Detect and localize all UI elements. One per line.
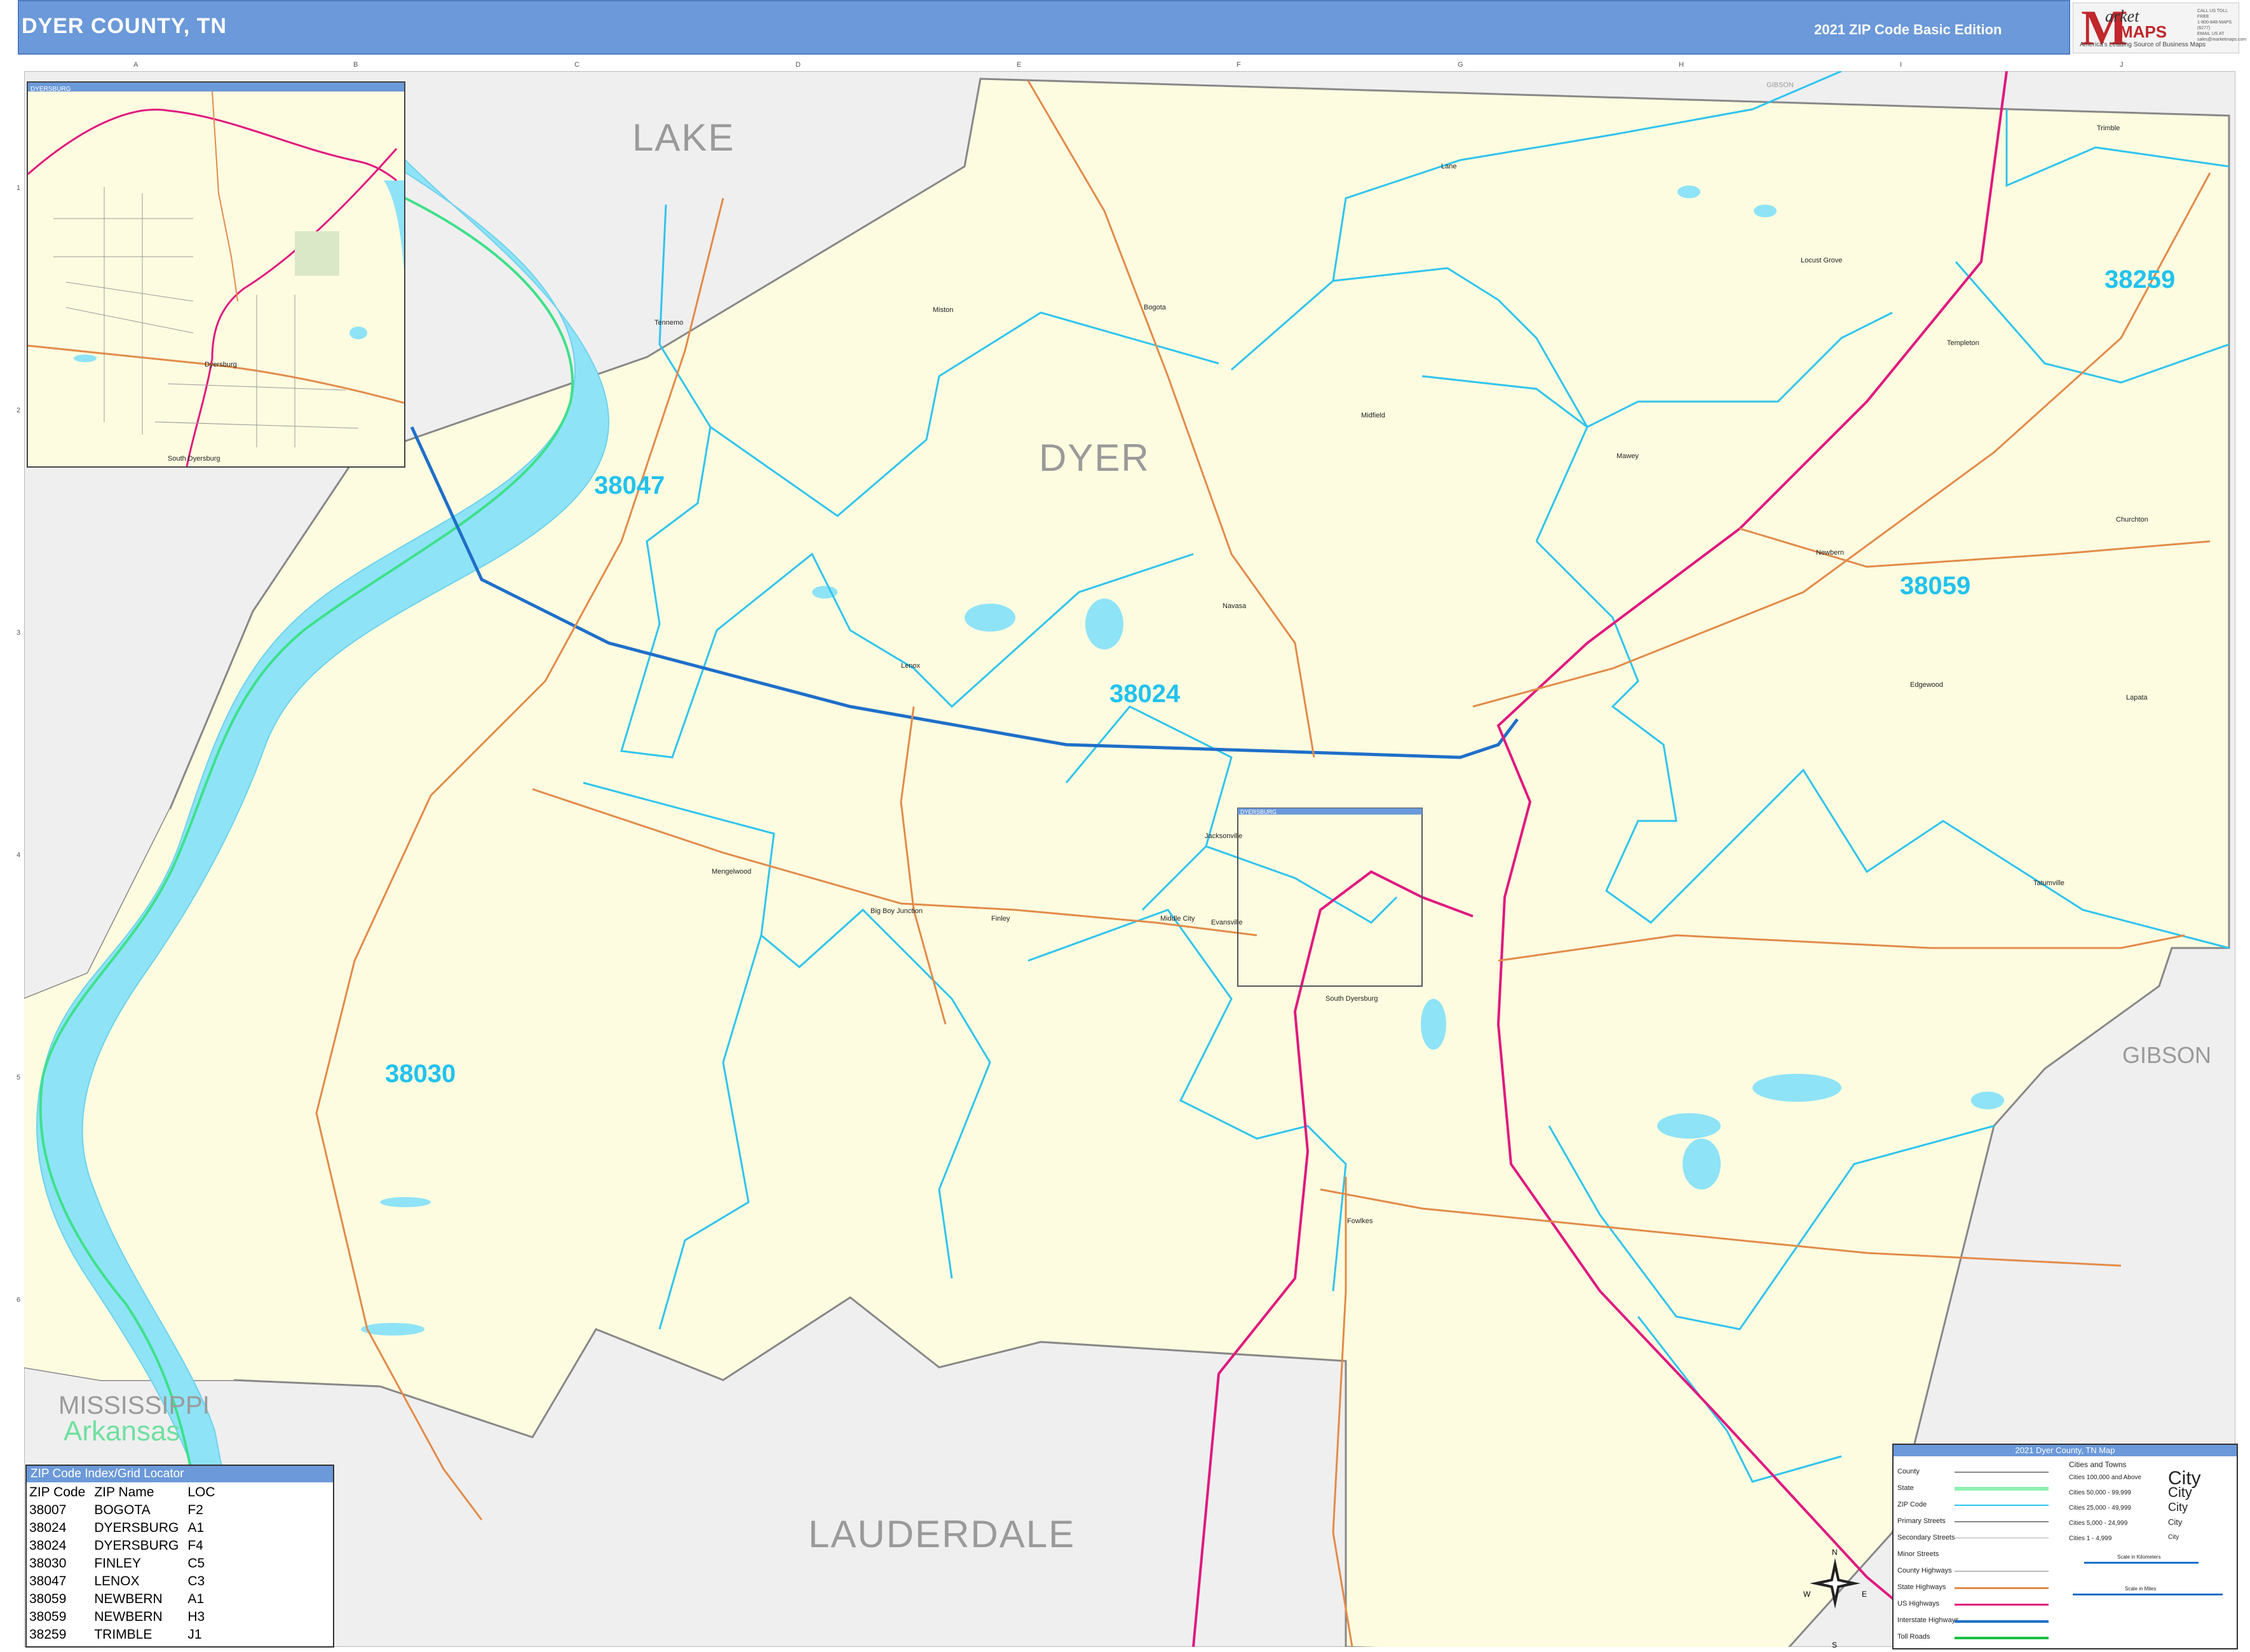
zip-label-38024: 38024 [1109, 680, 1181, 708]
table-row: 38030 FINLEY C5 [29, 1556, 205, 1571]
compass-e: E [1862, 1590, 1867, 1599]
legend-primary-line [1955, 1521, 2049, 1522]
zip-label-38047: 38047 [594, 471, 665, 499]
legend-zip-line [1955, 1505, 2049, 1506]
map-legend: 2021 Dyer County, TN Map County State ZI… [1892, 1444, 2238, 1649]
legend-title: 2021 Dyer County, TN Map [1894, 1445, 2237, 1456]
zip-index-header-row: ZIP Code ZIP Name LOC [29, 1485, 215, 1500]
legend-county-line [1955, 1472, 2049, 1473]
header-bar [18, 0, 2070, 55]
inset-title-bar: DYERSBURG [28, 83, 404, 93]
county-label-gibson: GIBSON [2122, 1042, 2212, 1068]
table-row: 38259 TRIMBLE J1 [29, 1627, 202, 1642]
compass-n: N [1832, 1548, 1838, 1557]
table-row: 38059 NEWBERN A1 [29, 1592, 205, 1606]
inset-map [28, 91, 404, 466]
legend-city-sample-5: City [2168, 1534, 2179, 1541]
logo-maps: MAPS [2119, 22, 2167, 41]
legend-city-25k: Cities 25,000 - 49,999 [2069, 1505, 2131, 1512]
legend-secondary: Secondary Streets [1897, 1534, 1955, 1541]
market-maps-logo[interactable]: M arket MAPS America's Leading Source of… [2073, 0, 2247, 55]
inset-marker-label: DYERSBURG [1240, 809, 1277, 815]
county-label-dyer: DYER [1039, 437, 1150, 479]
zip-code-index: ZIP Code Index/Grid Locator ZIP Code ZIP … [25, 1465, 334, 1648]
legend-toll: Toll Roads [1897, 1633, 1930, 1641]
legend-interstate: Interstate Highways [1897, 1616, 1959, 1624]
table-row: 38059 NEWBERN H3 [29, 1609, 205, 1624]
legend-city-100k: Cities 100,000 and Above [2069, 1474, 2141, 1481]
legend-cities-title: Cities and Towns [2069, 1460, 2127, 1469]
legend-state: State [1897, 1484, 1914, 1492]
county-label-gibson-top: GIBSON [1766, 81, 1794, 89]
dyersburg-inset[interactable]: DYERSBURG Dyersburg South Dyersburg [27, 81, 405, 468]
table-row: 38024 DYERSBURG A1 [29, 1520, 205, 1535]
legend-city-sample-4: City [2168, 1517, 2183, 1527]
legend-scale-mi: Scale in Miles [2125, 1586, 2157, 1592]
table-row: 38047 LENOX C3 [29, 1574, 205, 1588]
county-label-lake: LAKE [632, 116, 735, 159]
legend-county-hwy: County Highways [1897, 1567, 1952, 1574]
county-label-lauderdale: LAUDERDALE [808, 1513, 1076, 1555]
table-row: 38007 BOGOTA F2 [29, 1503, 203, 1517]
logo-contact: CALL US TOLL FREE 1-800-848-MAPS (6277) E… [2197, 9, 2247, 42]
compass-w: W [1803, 1590, 1811, 1599]
zip-index-table: ZIP Code ZIP Name LOC 38007 BOGOTA F2 38024 D… [29, 1484, 224, 1644]
legend-city-5k: Cities 5,000 - 24,999 [2069, 1520, 2128, 1527]
map-title: DYER COUNTY, TN [22, 14, 227, 38]
legend-interstate-line [1955, 1620, 2049, 1623]
legend-primary: Primary Streets [1897, 1517, 1946, 1525]
inset-town-dyersburg: Dyersburg [205, 361, 237, 369]
legend-city-1: Cities 1 - 4,999 [2069, 1535, 2112, 1542]
zip-index-title: ZIP Code Index/Grid Locator [27, 1466, 333, 1482]
legend-county-hwy-line [1955, 1571, 2049, 1572]
zip-label-38259: 38259 [2104, 266, 2176, 294]
legend-scale-km-bar [2084, 1562, 2199, 1564]
legend-city-sample-3: City [2168, 1501, 2188, 1513]
compass-s: S [1832, 1641, 1838, 1649]
legend-county: County [1897, 1468, 1920, 1475]
map-edition: 2021 ZIP Code Basic Edition [1814, 22, 2002, 37]
logo-tagline: America's Leading Source of Business Map… [2080, 41, 2206, 48]
legend-scale-km: Scale in Kilometers [2117, 1554, 2161, 1560]
legend-zip: ZIP Code [1897, 1501, 1927, 1508]
legend-city-sample-2: City [2168, 1484, 2192, 1500]
legend-scale-mi-bar [2073, 1594, 2223, 1595]
legend-state-hwy-line [1955, 1587, 2049, 1589]
legend-city-50k: Cities 50,000 - 99,999 [2069, 1489, 2131, 1496]
legend-state-line [1955, 1487, 2049, 1491]
legend-toll-line [1955, 1637, 2049, 1639]
table-row: 38024 DYERSBURG F4 [29, 1538, 203, 1553]
inset-town-south-dyersburg: South Dyersburg [168, 455, 220, 463]
legend-us-hwy-line [1955, 1604, 2049, 1606]
legend-minor: Minor Streets [1897, 1550, 1939, 1558]
state-label-arkansas: Arkansas [64, 1416, 180, 1447]
legend-us-hwy: US Highways [1897, 1600, 1940, 1608]
zip-label-38059: 38059 [1900, 572, 1971, 600]
legend-state-hwy: State Highways [1897, 1583, 1946, 1591]
zip-label-38030: 38030 [385, 1060, 456, 1088]
